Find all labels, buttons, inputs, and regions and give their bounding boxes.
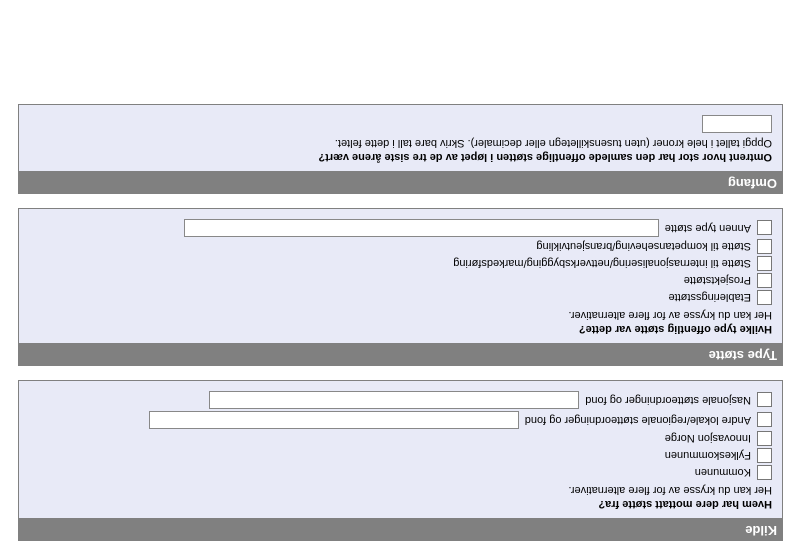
label-andre-lokale: Andre lokale/regionale støtteordninger o… — [525, 414, 751, 426]
hint-omfang: Oppgi tallet i hele kroner (uten tusensk… — [29, 137, 772, 149]
label-innovasjon-norge: Innovasjon Norge — [665, 433, 751, 445]
label-kommunen: Kommunen — [695, 467, 751, 479]
option-nasjonale: Nasjonale støtteordninger og fond — [29, 391, 772, 409]
question-type: Hvilke type offentlig støtte var dette? — [29, 323, 772, 335]
label-internasjonalisering: Støtte til internasjonalisering/nettverk… — [453, 258, 751, 270]
section-bar-kilde: Kilde — [18, 519, 783, 541]
input-omfang[interactable] — [702, 115, 772, 133]
label-annen: Annen type støtte — [665, 222, 751, 234]
panel-kilde: Hvem har dere mottatt støtte fra? Her ka… — [18, 380, 783, 519]
label-nasjonale: Nasjonale støtteordninger og fond — [585, 394, 751, 406]
option-etablering: Etableringsstøtte — [29, 290, 772, 305]
checkbox-andre-lokale[interactable] — [757, 413, 772, 428]
checkbox-prosjekt[interactable] — [757, 273, 772, 288]
label-fylkeskommunen: Fylkeskommunen — [665, 450, 751, 462]
checkbox-kompetanse[interactable] — [757, 239, 772, 254]
option-andre-lokale: Andre lokale/regionale støtteordninger o… — [29, 411, 772, 429]
input-andre-lokale[interactable] — [149, 411, 519, 429]
checkbox-internasjonalisering[interactable] — [757, 256, 772, 271]
input-nasjonale[interactable] — [209, 391, 579, 409]
hint-type: Her kan du krysse av for flere alternati… — [29, 309, 772, 321]
option-kompetanse: Støtte til kompetanseheving/bransjeutvik… — [29, 239, 772, 254]
input-annen[interactable] — [184, 219, 659, 237]
hint-kilde: Her kan du krysse av for flere alternati… — [29, 484, 772, 496]
section-bar-omfang: Omfang — [18, 172, 783, 194]
option-prosjekt: Prosjektstøtte — [29, 273, 772, 288]
checkbox-innovasjon-norge[interactable] — [757, 431, 772, 446]
label-kompetanse: Støtte til kompetanseheving/bransjeutvik… — [536, 241, 751, 253]
option-innovasjon-norge: Innovasjon Norge — [29, 431, 772, 446]
checkbox-nasjonale[interactable] — [757, 393, 772, 408]
checkbox-annen[interactable] — [757, 221, 772, 236]
checkbox-kommunen[interactable] — [757, 465, 772, 480]
label-prosjekt: Prosjektstøtte — [684, 275, 751, 287]
question-omfang: Omtrent hvor stor har den samlede offent… — [29, 151, 772, 163]
option-fylkeskommunen: Fylkeskommunen — [29, 448, 772, 463]
label-etablering: Etableringsstøtte — [668, 292, 751, 304]
option-kommunen: Kommunen — [29, 465, 772, 480]
checkbox-etablering[interactable] — [757, 290, 772, 305]
section-bar-type: Type støtte — [18, 344, 783, 366]
option-annen: Annen type støtte — [29, 219, 772, 237]
question-kilde: Hvem har dere mottatt støtte fra? — [29, 498, 772, 510]
panel-type: Hvilke type offentlig støtte var dette? … — [18, 208, 783, 344]
panel-omfang: Omtrent hvor stor har den samlede offent… — [18, 104, 783, 172]
option-internasjonalisering: Støtte til internasjonalisering/nettverk… — [29, 256, 772, 271]
checkbox-fylkeskommunen[interactable] — [757, 448, 772, 463]
